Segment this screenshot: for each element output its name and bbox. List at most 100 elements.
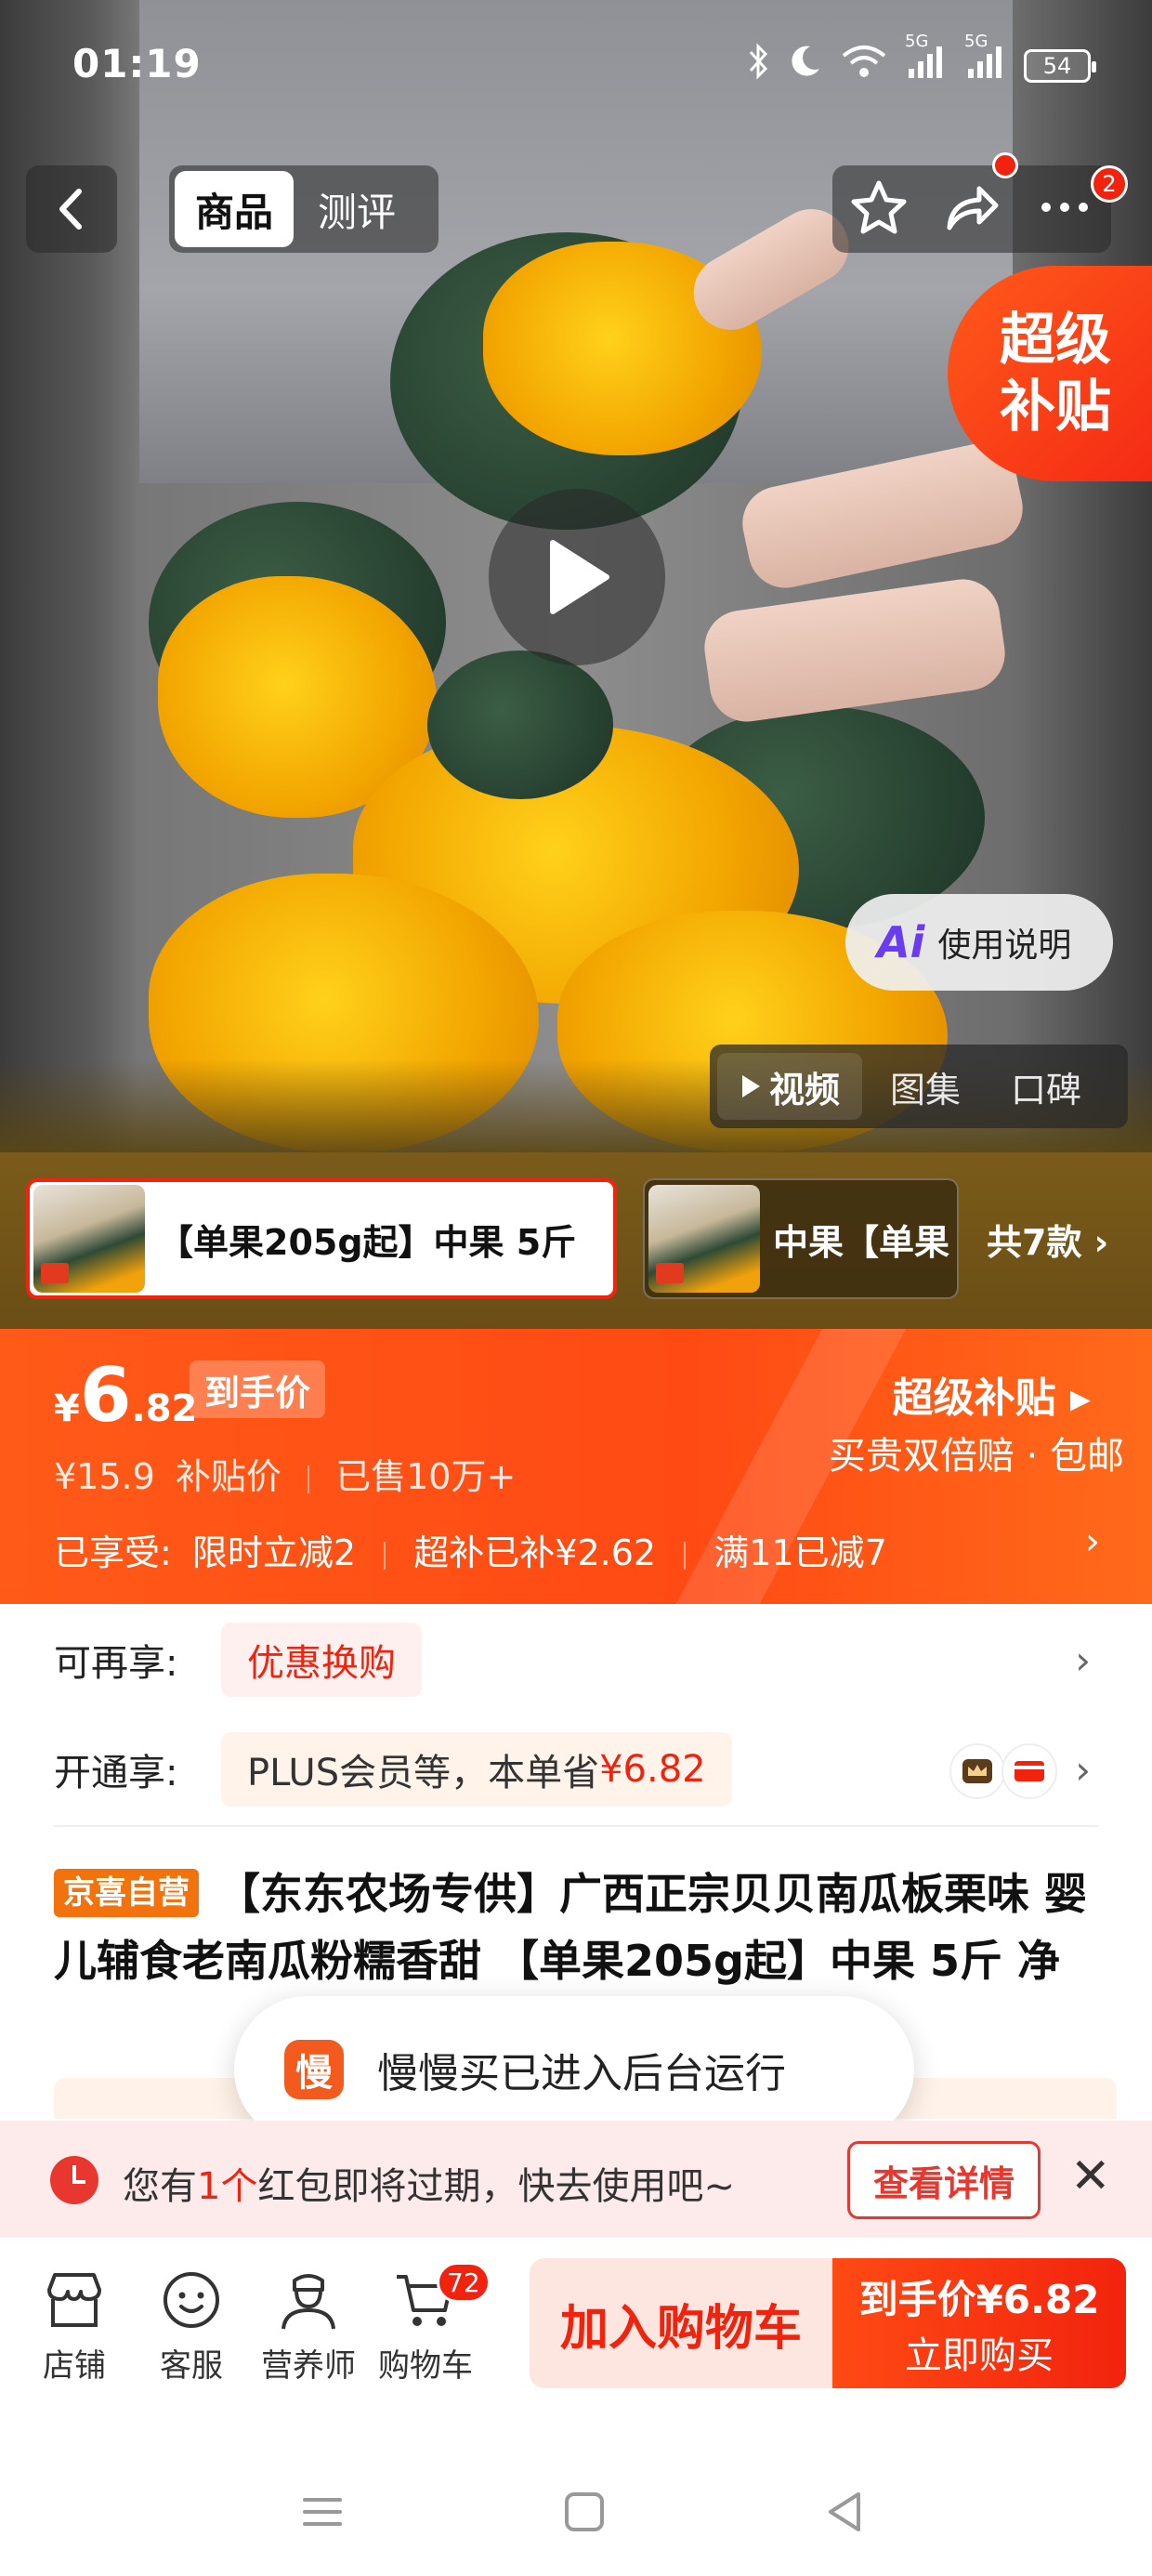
share-icon (947, 186, 999, 230)
product-title[interactable]: 京喜自营 【东东农场专供】广西正宗贝贝南瓜板栗味 婴儿辅食老南瓜粉糯香甜 【单果2… (54, 1860, 1104, 1994)
bottom-action-bar: 店铺 客服 营养师 购物车 72 加入购物车 到手价¥6.82 立即购买 (0, 2238, 1152, 2451)
signal-icon: 5G (964, 32, 1007, 88)
sold-count: 已售10万+ (335, 1456, 517, 1497)
app-icon: 慢 (284, 2040, 344, 2099)
variant-item-selected[interactable]: 【单果205g起】中果 5斤 (26, 1178, 617, 1299)
chevron-right-icon[interactable]: › (1075, 1637, 1091, 1683)
store-label: 店铺 (43, 2347, 106, 2385)
play-button[interactable] (489, 489, 665, 665)
buy-now-price: 到手价¥6.82 (858, 2276, 1100, 2322)
top-actions (832, 165, 1111, 253)
ai-instructions-button[interactable]: Ai 使用说明 (845, 894, 1113, 991)
nutritionist-button[interactable]: 营养师 (243, 2260, 373, 2385)
extra-offer-row[interactable]: 可再享: 优惠换购 (54, 1623, 1104, 1697)
signal-icon: 5G (905, 32, 948, 88)
final-price: ¥ 6 .82 (54, 1359, 197, 1433)
price-decimal: .82 (131, 1387, 198, 1430)
subsidy-price: ¥15.9 (54, 1456, 155, 1497)
super-subsidy-link[interactable]: 超级补贴 ▸ (893, 1364, 1091, 1424)
add-to-cart-button[interactable]: 加入购物车 (530, 2258, 832, 2388)
cart-count-badge: 72 (437, 2262, 491, 2303)
toast-message: 慢慢买已进入后台运行 (377, 2050, 786, 2097)
product-title-text: 【东东农场专供】广西正宗贝贝南瓜板栗味 婴儿辅食老南瓜粉糯香甜 【单果205g起… (54, 1869, 1088, 1986)
enjoyed-label: 已享受: (54, 1532, 172, 1573)
system-navigation-bar (0, 2451, 1152, 2576)
notification-dot (992, 152, 1018, 178)
store-icon (9, 2260, 139, 2340)
ai-icon: Ai (877, 917, 925, 967)
more-button[interactable] (1035, 177, 1094, 241)
coupon-expiry-bar: 您有1个红包即将过期，快去使用吧~ 查看详情 ✕ (0, 2121, 1152, 2238)
final-price-tag: 到手价 (190, 1360, 326, 1418)
play-icon (550, 540, 609, 614)
service-label: 客服 (160, 2347, 223, 2385)
battery-icon: 54 (1024, 48, 1096, 83)
ai-instructions-label: 使用说明 (937, 927, 1072, 965)
favorite-button[interactable] (849, 177, 909, 241)
price-banner: ¥ 6 .82 到手价 ¥15.9 补贴价 已售10万+ 超级补贴 ▸ 买贵双倍… (0, 1329, 1152, 1604)
customer-service-button[interactable]: 客服 (126, 2260, 256, 2385)
enjoyed-discounts[interactable]: 已享受: 限时立减2 超补已补¥2.62 满11已减7 (54, 1524, 887, 1575)
divider (54, 1825, 1098, 1827)
self-operated-badge: 京喜自营 (54, 1869, 199, 1917)
share-button[interactable] (942, 177, 1001, 241)
divider (684, 1541, 687, 1570)
status-time: 01:19 (72, 41, 202, 86)
home-nav-icon[interactable] (561, 2489, 608, 2539)
buy-now-label: 立即购买 (905, 2333, 1054, 2377)
moon-icon (786, 43, 823, 88)
play-small-icon (742, 1075, 760, 1097)
variant-thumbnail (33, 1185, 145, 1293)
variant-label: 【单果205g起】中果 5斤 (158, 1221, 577, 1263)
star-icon (851, 180, 907, 234)
divider (384, 1541, 386, 1570)
menu-nav-icon[interactable] (299, 2489, 346, 2539)
crown-icon (949, 1743, 1005, 1799)
extra-offer-label: 可再享: (54, 1642, 178, 1685)
network-type: 5G (964, 32, 988, 51)
chevron-right-icon[interactable]: › (1075, 1747, 1091, 1793)
media-tab-video[interactable]: 视频 (717, 1053, 863, 1120)
tab-review[interactable]: 测评 (297, 171, 416, 247)
media-tab-reputation[interactable]: 口碑 (988, 1053, 1104, 1120)
plus-membership-chip[interactable]: PLUS会员等，本单省 ¥6.82 (221, 1732, 732, 1807)
variant-strip: 【单果205g起】中果 5斤 中果【单果 (0, 1152, 1152, 1329)
store-button[interactable]: 店铺 (9, 2260, 139, 2385)
variant-label: 中果【单果 (773, 1221, 950, 1263)
back-nav-icon[interactable] (821, 2489, 868, 2539)
media-tab-label: 口碑 (1011, 1069, 1082, 1111)
more-icon (1041, 203, 1088, 212)
variant-count-link[interactable]: 共7款 › (987, 1214, 1108, 1265)
subsidy-price-label: 补贴价 (175, 1456, 281, 1497)
media-tab-label: 视频 (769, 1069, 841, 1111)
coupon-text: 红包即将过期，快去使用吧~ (257, 2165, 735, 2208)
back-button[interactable] (26, 165, 117, 253)
super-subsidy-note: 买贵双倍赔 · 包邮 (828, 1435, 1124, 1478)
media-tab-gallery[interactable]: 图集 (868, 1053, 983, 1120)
status-icons: 5G 5G 54 (747, 32, 1096, 88)
membership-offer-row[interactable]: 开通享: PLUS会员等，本单省 ¥6.82 (54, 1732, 1104, 1807)
network-type: 5G (905, 32, 929, 51)
price-integer: 6 (79, 1352, 132, 1439)
super-subsidy-tag[interactable]: 超级补贴 (948, 266, 1152, 481)
bluetooth-icon (747, 43, 769, 88)
variant-item[interactable]: 中果【单果 (643, 1178, 959, 1299)
divider (308, 1465, 309, 1493)
chat-face-icon (126, 2260, 256, 2340)
exchange-offer-chip[interactable]: 优惠换购 (221, 1623, 422, 1697)
coupon-message: 您有1个红包即将过期，快去使用吧~ (123, 2156, 735, 2210)
membership-offer-label: 开通享: (54, 1752, 178, 1794)
tab-product[interactable]: 商品 (175, 171, 295, 247)
status-bar: 01:19 5G 5G 54 (0, 0, 1152, 130)
price-subline: ¥15.9 补贴价 已售10万+ (54, 1448, 516, 1499)
close-icon[interactable]: ✕ (1070, 2149, 1111, 2204)
variant-thumbnail (648, 1185, 760, 1293)
clock-icon (50, 2156, 98, 2204)
view-details-button[interactable]: 查看详情 (847, 2141, 1041, 2219)
chevron-right-icon[interactable]: › (1085, 1520, 1100, 1563)
membership-icons (949, 1743, 1057, 1799)
buy-now-button[interactable]: 到手价¥6.82 立即购买 (832, 2258, 1126, 2388)
media-tabs: 视频 图集 口碑 (710, 1045, 1128, 1128)
hero-pumpkin (427, 651, 613, 799)
person-icon (243, 2260, 373, 2340)
